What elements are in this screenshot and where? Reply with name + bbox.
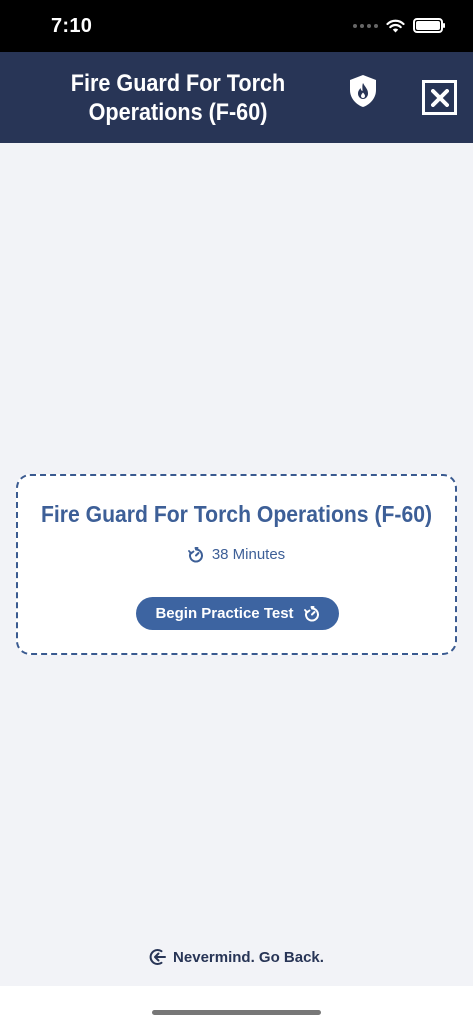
status-time: 7:10 <box>51 15 93 37</box>
close-button[interactable] <box>422 80 457 115</box>
duration-text: 38 Minutes <box>211 546 286 563</box>
wifi-icon <box>386 19 405 32</box>
test-title: Fire Guard For Torch Operations (F-60) <box>40 501 433 527</box>
signal-icon <box>353 23 378 28</box>
timer-icon <box>187 546 203 562</box>
status-bar: 7:10 <box>0 0 473 52</box>
fire-shield-icon <box>350 75 376 107</box>
test-duration: 38 Minutes <box>18 546 455 563</box>
go-back-label: Nevermind. Go Back. <box>173 948 324 966</box>
back-arrow-circle-icon <box>149 949 167 965</box>
status-icons <box>353 18 445 33</box>
battery-icon <box>413 18 445 33</box>
home-indicator[interactable] <box>152 1010 321 1015</box>
timer-icon <box>303 605 319 621</box>
go-back-link[interactable]: Nevermind. Go Back. <box>0 948 473 966</box>
begin-practice-test-button[interactable]: Begin Practice Test <box>136 597 339 630</box>
close-square-icon <box>430 88 449 107</box>
header: Fire Guard For Torch Operations (F-60) <box>0 52 473 143</box>
bottom-safe-area <box>0 986 473 1024</box>
test-card: Fire Guard For Torch Operations (F-60) 3… <box>16 474 457 655</box>
begin-button-label: Begin Practice Test <box>155 605 294 622</box>
page-title: Fire Guard For Torch Operations (F-60) <box>70 70 286 126</box>
